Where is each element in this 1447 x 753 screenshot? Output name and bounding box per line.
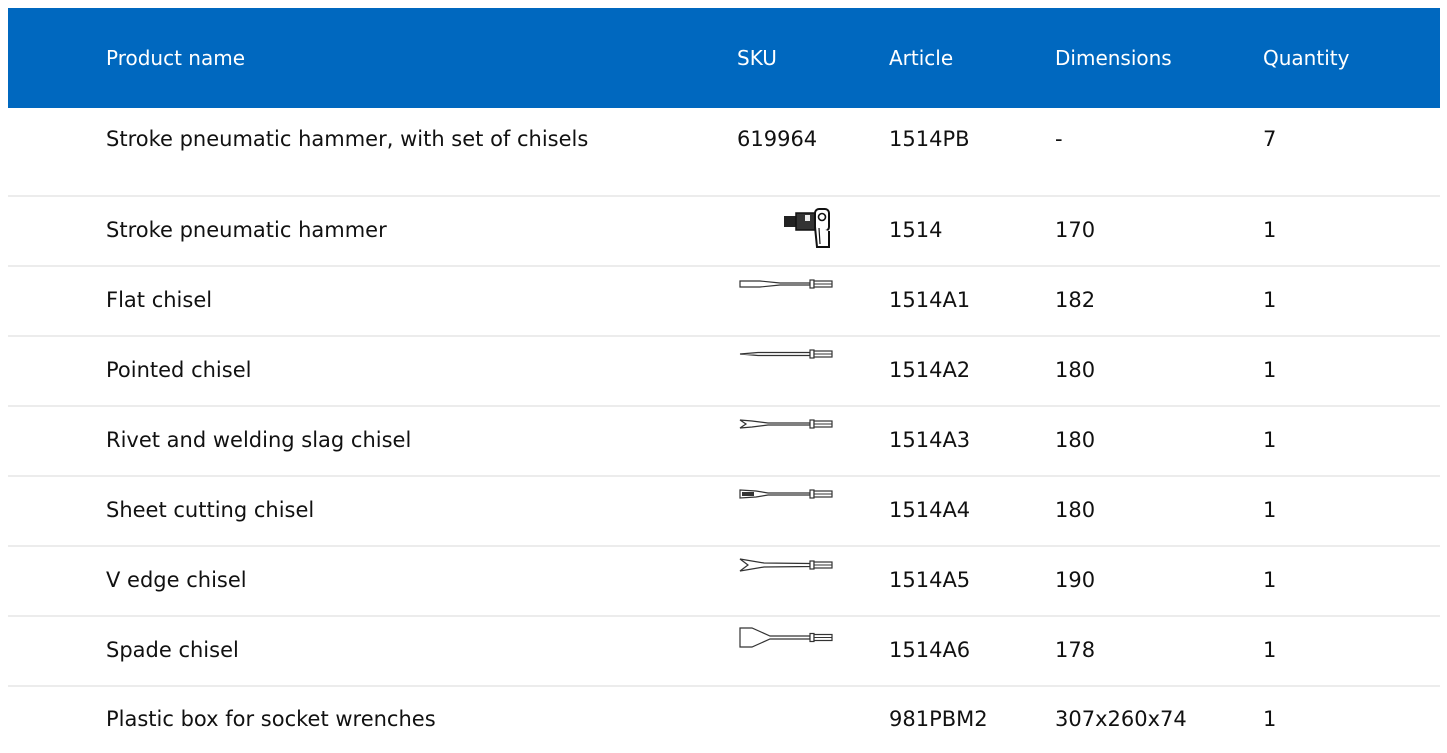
article-cell: 1514A2: [889, 358, 971, 382]
dimensions-cell: 180: [1055, 428, 1096, 452]
pointed-chisel-icon: [738, 346, 838, 386]
row-divider: [8, 195, 1440, 197]
dimensions-cell: -: [1055, 127, 1063, 151]
table-row: Plastic box for socket wrenches 981PBM2 …: [8, 707, 1440, 737]
v-edge-chisel-icon: [738, 556, 838, 596]
header-dimensions: Dimensions: [1055, 46, 1172, 70]
product-name-cell: Sheet cutting chisel: [106, 498, 315, 522]
row-divider: [8, 405, 1440, 407]
flat-chisel-icon: [738, 276, 838, 316]
header-sku: SKU: [737, 46, 777, 70]
header-product-name: Product name: [106, 46, 246, 70]
product-name-cell: Rivet and welding slag chisel: [106, 428, 412, 452]
dimensions-cell: 190: [1055, 568, 1096, 592]
dimensions-cell: 307x260x74: [1055, 707, 1187, 731]
header-quantity: Quantity: [1263, 46, 1350, 70]
row-divider: [8, 265, 1440, 267]
dimensions-cell: 170: [1055, 218, 1096, 242]
product-name-cell: Spade chisel: [106, 638, 239, 662]
article-cell: 1514A6: [889, 638, 971, 662]
article-cell: 981PBM2: [889, 707, 988, 731]
table-row: Rivet and welding slag chisel 1514A3 180…: [8, 416, 1440, 466]
product-name-cell: Pointed chisel: [106, 358, 252, 382]
dimensions-cell: 178: [1055, 638, 1096, 662]
table-row: Spade chisel 1514A6 178 1: [8, 626, 1440, 676]
article-cell: 1514A3: [889, 428, 971, 452]
table-row: V edge chisel 1514A5 190 1: [8, 556, 1440, 606]
table-header: Product name SKU Article Dimensions Quan…: [8, 8, 1440, 108]
product-name-cell: Plastic box for socket wrenches: [106, 707, 436, 731]
article-cell: 1514A1: [889, 288, 971, 312]
table-row: Sheet cutting chisel 1514A4 180 1: [8, 486, 1440, 536]
header-article: Article: [889, 46, 954, 70]
row-divider: [8, 685, 1440, 687]
table-row: Flat chisel 1514A1 182 1: [8, 276, 1440, 326]
quantity-cell: 7: [1263, 127, 1277, 151]
product-table: Product name SKU Article Dimensions Quan…: [0, 0, 1447, 753]
product-name-cell: Stroke pneumatic hammer: [106, 218, 387, 242]
table-row: Pointed chisel 1514A2 180 1: [8, 346, 1440, 396]
table-row: Stroke pneumatic hammer 1514 170 1: [8, 206, 1440, 256]
article-cell: 1514PB: [889, 127, 970, 151]
row-divider: [8, 475, 1440, 477]
pneumatic-hammer-icon: [781, 206, 833, 248]
quantity-cell: 1: [1263, 498, 1277, 522]
quantity-cell: 1: [1263, 218, 1277, 242]
sheet-cutting-chisel-icon: [738, 486, 838, 526]
dimensions-cell: 180: [1055, 498, 1096, 522]
dimensions-cell: 182: [1055, 288, 1096, 312]
quantity-cell: 1: [1263, 288, 1277, 312]
sku-cell: 619964: [737, 127, 818, 151]
row-divider: [8, 545, 1440, 547]
rivet-slag-chisel-icon: [738, 416, 838, 456]
quantity-cell: 1: [1263, 568, 1277, 592]
row-divider: [8, 335, 1440, 337]
product-name-cell: Flat chisel: [106, 288, 213, 312]
article-cell: 1514: [889, 218, 943, 242]
quantity-cell: 1: [1263, 638, 1277, 662]
quantity-cell: 1: [1263, 358, 1277, 382]
row-divider: [8, 615, 1440, 617]
table-row: Stroke pneumatic hammer, with set of chi…: [8, 127, 1440, 157]
quantity-cell: 1: [1263, 428, 1277, 452]
dimensions-cell: 180: [1055, 358, 1096, 382]
article-cell: 1514A5: [889, 568, 971, 592]
spade-chisel-icon: [738, 626, 838, 666]
quantity-cell: 1: [1263, 707, 1277, 731]
article-cell: 1514A4: [889, 498, 971, 522]
product-name-cell: Stroke pneumatic hammer, with set of chi…: [106, 127, 589, 151]
product-name-cell: V edge chisel: [106, 568, 247, 592]
